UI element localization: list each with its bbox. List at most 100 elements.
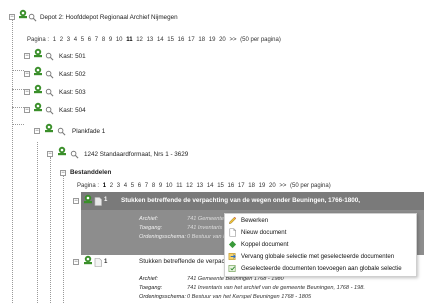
archive-node-icon xyxy=(84,194,92,204)
page-link[interactable]: 19 xyxy=(209,37,216,43)
page-link[interactable]: 20 xyxy=(269,183,276,189)
menu-item-label: Bewerken xyxy=(241,217,269,224)
ordening-key: Ordeningsschema: xyxy=(139,294,186,300)
pagination-prefix: Pagina : xyxy=(27,37,50,43)
page-link[interactable]: 13 xyxy=(147,37,154,43)
page-link[interactable]: 5 xyxy=(81,37,84,43)
collapse-toggle[interactable] xyxy=(9,14,15,20)
search-icon[interactable] xyxy=(45,88,54,97)
page-link[interactable]: 17 xyxy=(238,183,245,189)
next-pages-link[interactable]: >> xyxy=(229,37,236,43)
tree-guide-line xyxy=(12,124,24,125)
toegang-value: 741 Inventaris van het archief van de ge… xyxy=(187,285,365,291)
page-link[interactable]: 15 xyxy=(217,183,224,189)
page-link[interactable]: 1 xyxy=(53,37,56,43)
tree-guide-line xyxy=(37,142,38,303)
ordening-value: 0 Bestuur van het Kerspel Beuningen 1768… xyxy=(187,294,312,300)
expand-toggle[interactable] xyxy=(24,71,30,77)
menu-item-bewerken[interactable]: Bewerken xyxy=(225,215,416,227)
next-pages-link[interactable]: >> xyxy=(279,183,286,189)
collapse-toggle[interactable] xyxy=(60,170,66,176)
menu-item-toevoegen-selectie[interactable]: Geselecteerde documenten toevoegen aan g… xyxy=(225,263,416,275)
menu-item-koppel-document[interactable]: Koppel document xyxy=(225,239,416,251)
archief-key: Archief: xyxy=(139,276,158,282)
search-icon[interactable] xyxy=(45,52,54,61)
page-link[interactable]: 7 xyxy=(95,37,98,43)
kast-label[interactable]: Kast: 503 xyxy=(59,89,86,96)
page-link[interactable]: 16 xyxy=(178,37,185,43)
page-link[interactable]: 11 xyxy=(176,183,182,189)
page-link[interactable]: 7 xyxy=(145,183,148,189)
page-link[interactable]: 3 xyxy=(67,37,70,43)
tree-guide-line xyxy=(63,175,64,303)
page-link[interactable]: 18 xyxy=(198,37,205,43)
page-link[interactable]: 10 xyxy=(166,183,173,189)
archive-node-icon xyxy=(45,123,53,133)
add-selection-icon xyxy=(228,265,236,272)
search-icon[interactable] xyxy=(45,70,54,79)
kast-label[interactable]: Kast: 501 xyxy=(59,53,86,60)
menu-item-label: Koppel document xyxy=(241,241,289,248)
bestanddelen-label[interactable]: Bestanddelen xyxy=(70,169,111,176)
link-document-icon xyxy=(228,240,237,249)
search-icon[interactable] xyxy=(70,150,79,159)
expand-toggle[interactable] xyxy=(24,89,30,95)
page-link[interactable]: 16 xyxy=(228,183,235,189)
menu-item-nieuw-document[interactable]: Nieuw document xyxy=(225,227,416,239)
standaard-label[interactable]: 1242 Standaardformaat, Nrs 1 - 3629 xyxy=(84,151,188,158)
page-link[interactable]: 4 xyxy=(74,37,77,43)
tree-guide-line xyxy=(12,107,24,108)
plank-label[interactable]: Plankfade 1 xyxy=(72,128,105,135)
expand-toggle[interactable] xyxy=(73,198,79,204)
page-link[interactable]: 12 xyxy=(186,183,193,189)
record-title[interactable]: Stukken betreffende de verpac xyxy=(139,258,225,265)
archive-node-icon xyxy=(34,48,42,58)
expand-toggle[interactable] xyxy=(24,53,30,59)
toegang-key: Toegang: xyxy=(139,285,163,291)
record-title[interactable]: Stukken betreffende de verpachting van d… xyxy=(121,197,360,204)
tree-guide-line xyxy=(12,16,13,303)
page-link[interactable]: 3 xyxy=(117,183,120,189)
expand-toggle[interactable] xyxy=(73,259,79,265)
page-link[interactable]: 13 xyxy=(196,183,203,189)
archive-node-icon xyxy=(84,255,92,265)
page-link[interactable]: 8 xyxy=(102,37,105,43)
search-icon[interactable] xyxy=(57,127,66,136)
context-menu: Bewerken Nieuw document Koppel document … xyxy=(224,213,417,277)
page-link[interactable]: 6 xyxy=(88,37,91,43)
page-link[interactable]: 20 xyxy=(219,37,226,43)
kast-label[interactable]: Kast: 504 xyxy=(59,107,86,114)
menu-item-label: Geselecteerde documenten toevoegen aan g… xyxy=(241,265,402,272)
page-link[interactable]: 8 xyxy=(152,183,155,189)
archive-node-icon xyxy=(34,84,42,94)
page-link[interactable]: 2 xyxy=(60,37,63,43)
page-link[interactable]: 12 xyxy=(136,37,143,43)
page-link[interactable]: 2 xyxy=(110,183,113,189)
archive-node-icon xyxy=(58,146,66,156)
archief-key: Archief: xyxy=(139,216,158,222)
page-link[interactable]: 17 xyxy=(188,37,195,43)
page-link[interactable]: 9 xyxy=(109,37,112,43)
kast-label[interactable]: Kast: 502 xyxy=(59,71,86,78)
collapse-toggle[interactable] xyxy=(34,128,40,134)
collapse-toggle[interactable] xyxy=(24,107,30,113)
page-link[interactable]: 14 xyxy=(207,183,214,189)
page-link[interactable]: 5 xyxy=(131,183,134,189)
menu-item-vervang-selectie[interactable]: Vervang globale selectie met geselecteer… xyxy=(225,251,416,263)
page-link[interactable]: 4 xyxy=(124,183,127,189)
page-link[interactable]: 10 xyxy=(116,37,123,43)
depot-label[interactable]: Depot 2: Hoofddepot Regionaal Archief Ni… xyxy=(40,14,178,21)
page-link[interactable]: 18 xyxy=(248,183,255,189)
page-link[interactable]: 9 xyxy=(159,183,162,189)
menu-item-label: Nieuw document xyxy=(241,229,287,236)
collapse-toggle[interactable] xyxy=(47,151,53,157)
page-link[interactable]: 15 xyxy=(167,37,174,43)
search-icon[interactable] xyxy=(28,13,37,22)
replace-selection-icon xyxy=(228,253,236,260)
page-link[interactable]: 14 xyxy=(157,37,164,43)
page-link[interactable]: 19 xyxy=(259,183,266,189)
toegang-key: Toegang: xyxy=(139,225,163,231)
search-icon[interactable] xyxy=(45,106,54,115)
page-link[interactable]: 6 xyxy=(138,183,141,189)
per-page-label: (50 per pagina) xyxy=(240,37,281,43)
